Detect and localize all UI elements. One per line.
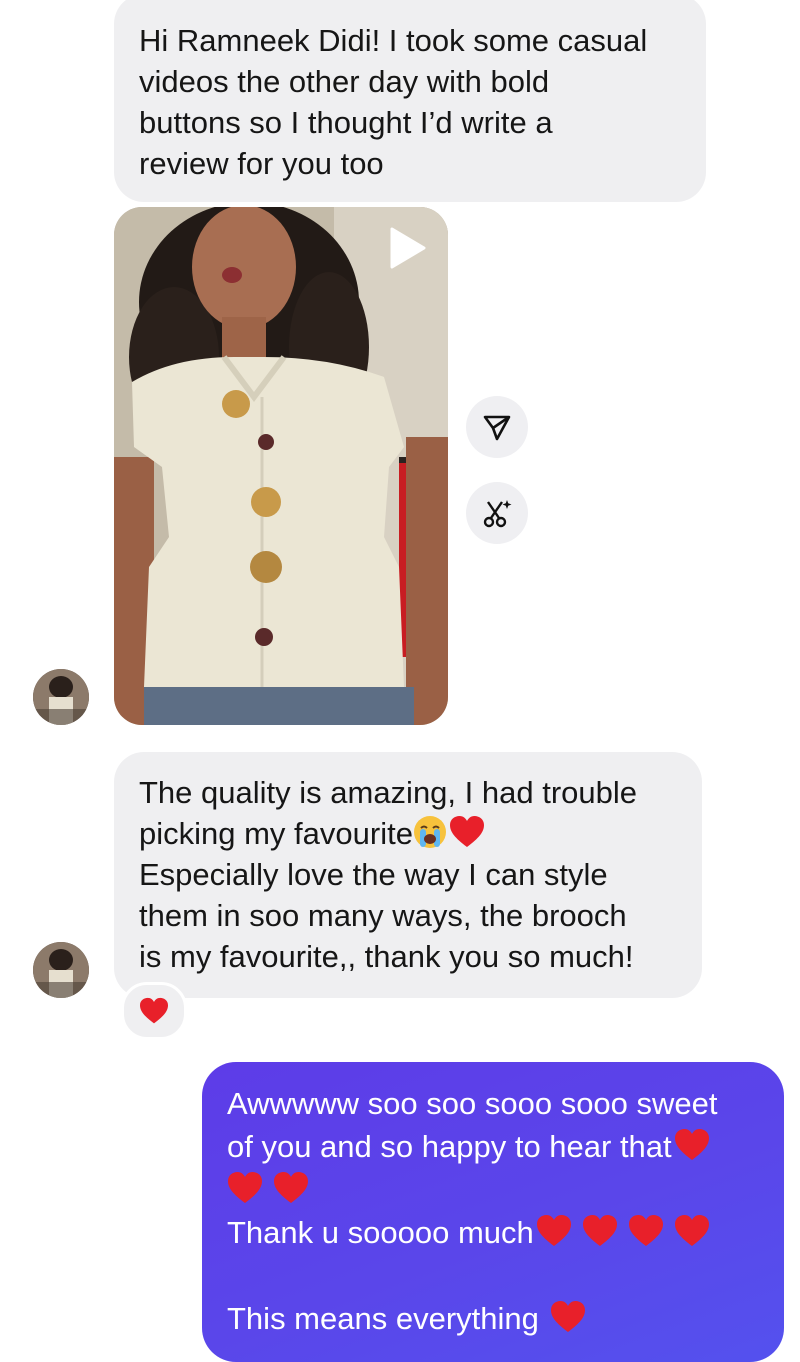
message-line: The quality is amazing, I had trouble xyxy=(139,775,637,810)
message-line: of you and so happy to hear that xyxy=(227,1125,784,1168)
share-button[interactable] xyxy=(466,396,528,458)
avatar[interactable] xyxy=(33,942,89,998)
send-icon xyxy=(483,415,511,441)
play-icon[interactable] xyxy=(382,225,428,276)
heart-emoji-icon xyxy=(449,816,484,847)
heart-emoji-icon xyxy=(674,1215,709,1246)
message-line: Especially love the way I can style xyxy=(139,857,608,892)
message-line: Hi Ramneek Didi! I took some casual xyxy=(139,23,648,58)
heart-emoji-icon xyxy=(274,1172,308,1203)
message-line: videos the other day with bold xyxy=(139,64,550,99)
crying-face-emoji-icon xyxy=(413,816,446,848)
message-line: picking my favourite xyxy=(139,813,702,854)
remix-button[interactable] xyxy=(466,482,528,544)
heart-emoji-icon xyxy=(674,1129,709,1160)
avatar[interactable] xyxy=(33,669,89,725)
incoming-message-2[interactable]: The quality is amazing, I had trouble pi… xyxy=(114,752,702,998)
message-line: buttons so I thought I’d write a xyxy=(139,105,553,140)
incoming-message-1[interactable]: Hi Ramneek Didi! I took some casual vide… xyxy=(114,0,706,202)
heart-emoji-icon xyxy=(228,1172,262,1203)
heart-icon xyxy=(140,997,168,1024)
heart-emoji-icon xyxy=(582,1215,617,1246)
outgoing-message[interactable]: Awwwww soo soo sooo sooo sweet of you an… xyxy=(202,1062,784,1362)
heart-emoji-icon xyxy=(536,1215,571,1246)
message-line: This means everything xyxy=(227,1297,784,1340)
message-line xyxy=(227,1168,784,1211)
video-thumbnail xyxy=(114,207,448,725)
message-line: Awwwww soo soo sooo sooo sweet xyxy=(227,1086,718,1121)
message-line: them in soo many ways, the brooch xyxy=(139,898,627,933)
message-line: is my favourite,, thank you so much! xyxy=(139,939,634,974)
message-line: review for you too xyxy=(139,146,384,181)
message-line: Thank u sooooo much xyxy=(227,1211,784,1254)
video-message[interactable] xyxy=(114,207,448,725)
scissors-sparkle-icon xyxy=(483,500,512,528)
avatar-photo xyxy=(33,669,89,725)
heart-reaction[interactable] xyxy=(121,982,187,1040)
heart-emoji-icon xyxy=(628,1215,663,1246)
avatar-photo xyxy=(33,942,89,998)
heart-emoji-icon xyxy=(550,1301,585,1332)
message-line-blank xyxy=(227,1254,784,1297)
